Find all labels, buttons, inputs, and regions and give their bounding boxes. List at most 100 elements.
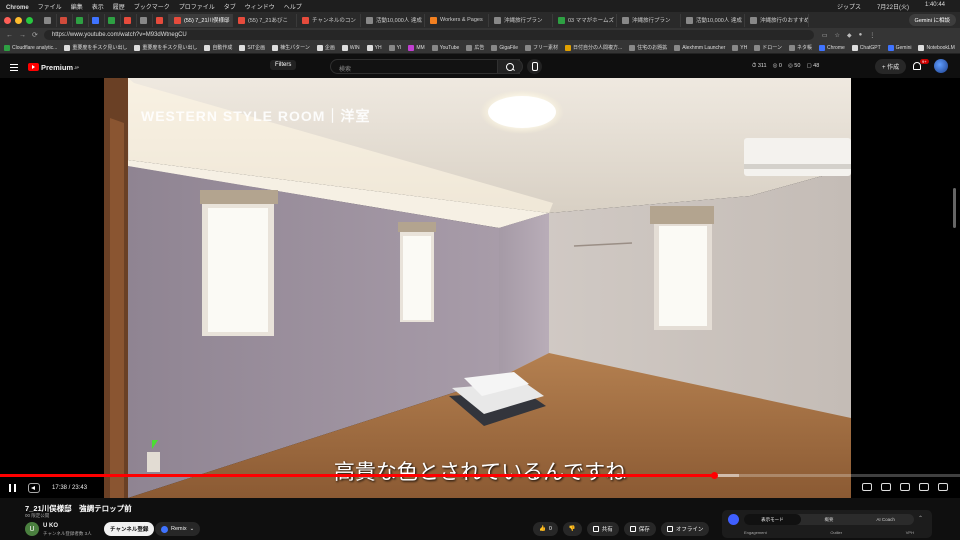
back-icon[interactable]: ← [6, 32, 13, 39]
bookmark-item[interactable]: MM [408, 44, 425, 51]
panel-tab[interactable]: 表示モード [744, 514, 801, 525]
menu-icon[interactable] [10, 63, 18, 71]
browser-tab[interactable] [73, 13, 89, 27]
bookmark-item[interactable]: 企画 [316, 44, 335, 51]
panel-tab[interactable]: AI Coach [857, 514, 914, 525]
bookmark-item[interactable]: GigaFile [491, 44, 518, 51]
bookmark-item[interactable]: 住宅のお題拡 [629, 44, 667, 51]
search-input[interactable]: 検索 [330, 59, 520, 74]
macos-menu-item[interactable]: タブ [224, 5, 236, 11]
create-button[interactable]: + 作成 [875, 59, 907, 74]
browser-tab[interactable]: 沖縄旅行のおすすめ [745, 13, 809, 27]
share-button[interactable]: 共有 [586, 522, 619, 536]
bookmark-item[interactable]: ドローン [754, 44, 782, 51]
bookmark-item[interactable]: WIN [341, 44, 360, 51]
bookmark-item[interactable]: YH [732, 44, 747, 51]
macos-menu-item[interactable]: ブックマーク [134, 5, 170, 11]
channel-avatar[interactable]: U [25, 522, 39, 536]
video-progress-bar[interactable] [0, 472, 960, 479]
dislike-button[interactable]: 👎 [562, 522, 582, 536]
filters-button[interactable]: Filters [270, 60, 297, 70]
miniplayer-icon[interactable] [862, 483, 872, 491]
browser-tab[interactable] [137, 13, 153, 27]
stat-item[interactable]: ⏱ 311 [752, 63, 767, 70]
offline-button[interactable]: オフライン [660, 522, 710, 536]
like-button[interactable]: 👍 0 [533, 522, 558, 536]
stat-item[interactable]: ◎ 0 [773, 63, 782, 70]
microphone-icon[interactable] [527, 59, 542, 74]
browser-tab[interactable]: (55) 7_21川俣様邸 [169, 13, 233, 27]
star-icon[interactable]: ☆ [835, 32, 840, 39]
remix-button[interactable]: Remix ⌄ [155, 522, 201, 536]
bookmark-item[interactable]: Gemini [887, 44, 911, 51]
bookmark-item[interactable]: 重要度を手スク見い出し [134, 44, 197, 51]
minimize-window-button[interactable] [15, 16, 22, 24]
zoom-window-button[interactable] [26, 16, 33, 24]
browser-tab[interactable] [105, 13, 121, 27]
channel-name[interactable]: U KO [43, 523, 58, 529]
browser-tab[interactable]: 活動10,000人 達成 [361, 13, 425, 27]
panel-tab[interactable]: 概要 [801, 514, 858, 525]
resize-grip[interactable] [953, 188, 956, 228]
bookmark-item[interactable]: YI [388, 44, 401, 51]
account-avatar[interactable] [934, 59, 948, 73]
menu-icon[interactable]: ⋮ [869, 32, 875, 39]
search-icon[interactable] [497, 59, 523, 74]
theater-mode-icon[interactable] [919, 483, 929, 491]
forward-icon[interactable]: → [19, 32, 26, 39]
youtube-premium-logo[interactable]: Premium JP [28, 63, 79, 72]
browser-tab[interactable]: (55) 7_21あびこ [233, 13, 297, 27]
macos-menu-item[interactable]: 表示 [92, 5, 104, 11]
macos-menu-item[interactable]: ウィンドウ [245, 5, 275, 11]
stat-item[interactable]: ◎ 50 [788, 63, 800, 70]
bookmark-item[interactable]: 日付自分の人間複方... [565, 44, 622, 51]
bookmark-item[interactable]: フリー素材 [524, 44, 558, 51]
browser-tab[interactable]: チャンネルのコン [297, 13, 361, 27]
macos-menu-item[interactable]: プロファイル [179, 5, 215, 11]
bookmark-item[interactable]: 自動作成 [204, 44, 232, 51]
subscribe-button[interactable]: チャンネル登録 [104, 522, 155, 536]
browser-tab[interactable]: 沖縄旅行プラン [489, 13, 553, 27]
cast-icon[interactable]: ▭ [822, 32, 828, 39]
macos-menu-item[interactable]: Chrome [6, 5, 29, 11]
url-field[interactable]: https://www.youtube.com/watch?v=M93dWtne… [43, 30, 814, 40]
browser-tab[interactable] [121, 13, 137, 27]
bookmark-item[interactable]: YH [366, 44, 382, 51]
close-window-button[interactable] [4, 16, 11, 24]
macos-menu-item[interactable]: ファイル [38, 5, 62, 11]
volume-icon[interactable] [28, 483, 40, 493]
browser-tab[interactable] [41, 13, 57, 27]
bookmark-item[interactable]: YouTube [431, 44, 459, 51]
bookmark-item[interactable]: Chrome [819, 44, 845, 51]
gemini-button[interactable]: Gemini に相談 [908, 14, 956, 26]
bookmark-item[interactable]: SIT企画 [239, 44, 265, 51]
bookmark-item[interactable]: Alexhmm Launcher [674, 44, 725, 51]
browser-tab[interactable]: 03 ママがホームズ [553, 13, 617, 27]
browser-tab[interactable]: 活動10,000人 達成 [681, 13, 745, 27]
extensions-icon[interactable]: ◆ [847, 32, 852, 39]
browser-tab[interactable]: 沖縄旅行プラン [617, 13, 681, 27]
browser-tab[interactable]: Workers & Pages [425, 13, 489, 27]
bookmark-item[interactable]: 広告 [466, 44, 484, 51]
macos-menu-items[interactable]: Chrome ファイル 編集 表示 履歴 ブックマーク プロファイル タブ ウィンドウ ヘルプ [6, 2, 311, 11]
bookmark-item[interactable]: 重要度を手スク見い出し [64, 44, 127, 51]
browser-tab[interactable] [57, 13, 73, 27]
pause-icon[interactable] [9, 484, 16, 492]
bookmark-item[interactable]: Cloudflare analytic... [4, 44, 57, 51]
macos-menu-item[interactable]: 履歴 [113, 5, 125, 11]
fullscreen-icon[interactable] [938, 483, 948, 491]
bookmark-item[interactable]: NotebookLM [918, 44, 955, 51]
browser-tab[interactable] [153, 13, 169, 27]
profile-icon[interactable]: ● [859, 32, 863, 39]
reload-icon[interactable]: ⟳ [32, 31, 38, 39]
bookmark-item[interactable]: 棟生パターン [272, 44, 310, 51]
macos-menu-item[interactable]: ヘルプ [284, 5, 302, 11]
bookmark-item[interactable]: ネタ帳 [788, 44, 812, 51]
macos-menu-item[interactable]: 編集 [71, 5, 83, 11]
browser-tab[interactable] [89, 13, 105, 27]
save-button[interactable]: 保存 [623, 522, 656, 536]
collapse-chevron-icon[interactable]: ⌃ [918, 515, 923, 522]
bookmark-item[interactable]: ChatGPT [851, 44, 881, 51]
settings-gear-icon[interactable] [900, 483, 910, 491]
stat-item[interactable]: ▢ 48 [806, 63, 819, 70]
